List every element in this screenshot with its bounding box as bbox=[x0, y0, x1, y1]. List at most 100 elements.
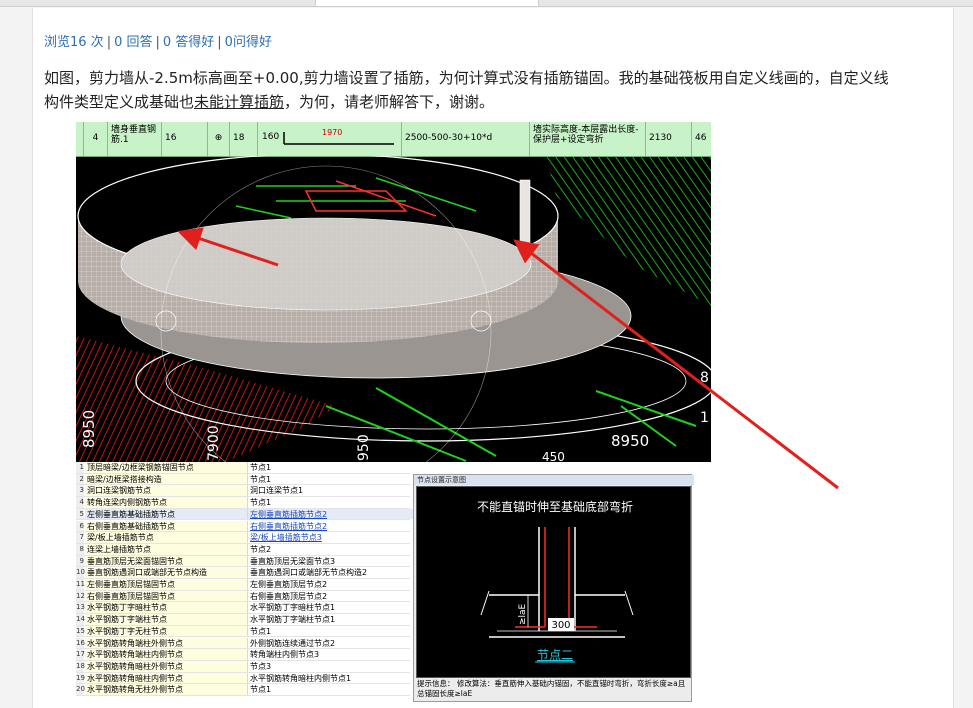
row-number: 11 bbox=[76, 579, 85, 590]
setting-name: 垂直钢筋遇洞口或端部无节点构造 bbox=[85, 567, 247, 578]
setting-name: 左侧垂直筋基础插筋节点 bbox=[85, 508, 247, 520]
table-row[interactable]: 17 水平钢筋转角端柱内侧节点 转角端柱内侧节点3 bbox=[76, 649, 410, 661]
setting-name: 梁/板上墙插筋节点 bbox=[85, 532, 247, 543]
table-row[interactable]: 10 垂直钢筋遇洞口或端部无节点构造 垂直筋遇洞口或端部无节点构造2 bbox=[76, 567, 410, 579]
row-number: 13 bbox=[76, 602, 85, 614]
setting-value[interactable]: 节点2 bbox=[247, 543, 413, 555]
setting-name: 转角连梁内侧钢筋节点 bbox=[85, 497, 247, 508]
row-number: 18 bbox=[76, 660, 85, 672]
table-row[interactable]: 5 左侧垂直筋基础插筋节点 左侧垂直筋插筋节点2 bbox=[76, 508, 413, 521]
setting-value[interactable]: 水平钢筋转角暗柱内侧节点1 bbox=[247, 672, 413, 684]
table-row[interactable]: 4 转角连梁内侧钢筋节点 节点1 bbox=[76, 497, 410, 509]
dim-label: 1 bbox=[700, 410, 709, 426]
cad-3d-view: 8950 8950 7900 950 450 8 1 bbox=[76, 156, 711, 462]
rebar-diameter: 16 bbox=[162, 122, 208, 156]
row-number: 20 bbox=[76, 684, 85, 695]
setting-value[interactable]: 右侧垂直筋顶层节点2 bbox=[247, 590, 413, 602]
row-number: 10 bbox=[76, 567, 85, 578]
row-number: 12 bbox=[76, 590, 85, 602]
setting-value[interactable]: 转角端柱内侧节点3 bbox=[247, 649, 413, 660]
setting-name: 水平钢筋丁字无柱节点 bbox=[85, 625, 247, 637]
node-diagram: 不能直锚时伸至基础底部弯折 ≥laE 300 节点二 bbox=[477, 499, 634, 663]
setting-value[interactable]: 水平钢筋丁字端柱节点1 bbox=[247, 614, 413, 625]
rebar-formula: 2500-500-30+10*d bbox=[402, 122, 530, 156]
green-line bbox=[595, 390, 697, 427]
setting-value[interactable]: 节点1 bbox=[247, 684, 413, 695]
answers-count[interactable]: 0 回答 bbox=[114, 35, 152, 50]
table-row[interactable]: 9 垂直筋顶层无梁面锚固节点 垂直筋顶层无梁面节点3 bbox=[76, 555, 413, 568]
row-number: 4 bbox=[76, 497, 84, 508]
dim-label: 950 bbox=[356, 434, 372, 461]
table-row[interactable]: 1 顶层暗梁/边框梁钢筋锚固节点 节点1 bbox=[76, 462, 410, 474]
question-underlined: 未能计算插筋 bbox=[194, 93, 285, 111]
table-row[interactable]: 13 水平钢筋丁字暗柱节点 水平钢筋丁字暗柱节点1 bbox=[76, 602, 413, 615]
stats-separator: | bbox=[155, 35, 160, 50]
setting-value[interactable]: 洞口连梁节点1 bbox=[247, 485, 413, 497]
setting-name: 水平钢筋转角暗柱外侧节点 bbox=[85, 660, 247, 672]
setting-name: 左侧垂直筋顶层锚固节点 bbox=[85, 579, 247, 590]
table-row[interactable]: 11 左侧垂直筋顶层锚固节点 左侧垂直筋顶层节点2 bbox=[76, 579, 410, 591]
dim-300: 300 bbox=[551, 620, 570, 631]
row-number: 5 bbox=[76, 508, 84, 520]
stats-separator: | bbox=[217, 35, 222, 50]
table-row[interactable]: 6 右侧垂直筋基础插筋节点 右侧垂直筋插筋节点2 bbox=[76, 520, 413, 533]
setting-value[interactable]: 节点1 bbox=[247, 497, 413, 508]
table-row[interactable]: 16 水平钢筋转角端柱外侧节点 外侧钢筋连续通过节点2 bbox=[76, 637, 413, 650]
setting-value[interactable]: 左侧垂直筋插筋节点2 bbox=[247, 508, 413, 520]
row-index: 4 bbox=[84, 122, 108, 156]
setting-value[interactable]: 左侧垂直筋顶层节点2 bbox=[247, 579, 413, 590]
node-diagram-panel: 节点设置示意图 不能直锚时伸至基础底部弯折 ≥laE 300 节点二 提示信息：… bbox=[413, 474, 694, 702]
table-row[interactable]: 19 水平钢筋转角暗柱内侧节点 水平钢筋转角暗柱内侧节点1 bbox=[76, 672, 413, 685]
table-row[interactable]: 18 水平钢筋转角暗柱外侧节点 节点3 bbox=[76, 660, 413, 673]
row-number: 19 bbox=[76, 672, 85, 684]
panel-title: 节点设置示意图 bbox=[414, 475, 694, 485]
table-row[interactable]: 20 水平钢筋转角无柱外侧节点 节点1 bbox=[76, 684, 410, 696]
setting-name: 水平钢筋转角暗柱内侧节点 bbox=[85, 672, 247, 684]
node-settings-table: 1 顶层暗梁/边框梁钢筋锚固节点 节点1 2 暗梁/边框梁搭接构造 节点1 3 洞口连梁钢筋节… bbox=[76, 462, 413, 702]
setting-value[interactable]: 梁/板上墙插筋节点3 bbox=[247, 532, 413, 543]
table-row[interactable]: 14 水平钢筋丁字端柱节点 水平钢筋丁字端柱节点1 bbox=[76, 614, 410, 626]
setting-value[interactable]: 节点1 bbox=[247, 462, 413, 473]
setting-name: 水平钢筋丁字暗柱节点 bbox=[85, 602, 247, 614]
setting-value[interactable]: 外侧钢筋连续通过节点2 bbox=[247, 637, 413, 649]
setting-name: 暗梁/边框梁搭接构造 bbox=[85, 473, 247, 485]
dim-label: 8950 bbox=[611, 432, 649, 450]
setting-value[interactable]: 垂直筋遇洞口或端部无节点构造2 bbox=[247, 567, 413, 578]
setting-value[interactable]: 右侧垂直筋插筋节点2 bbox=[247, 520, 413, 532]
row-number: 9 bbox=[76, 555, 84, 567]
table-row[interactable]: 7 梁/板上墙插筋节点 梁/板上墙插筋节点3 bbox=[76, 532, 410, 544]
row-number: 8 bbox=[76, 543, 84, 555]
row-number: 2 bbox=[76, 473, 84, 485]
table-row[interactable]: 15 水平钢筋丁字无柱节点 节点1 bbox=[76, 625, 413, 638]
node-diagram-canvas: 不能直锚时伸至基础底部弯折 ≥laE 300 节点二 bbox=[416, 486, 691, 678]
row-marker bbox=[76, 122, 84, 156]
table-row[interactable]: 3 洞口连梁钢筋节点 洞口连梁节点1 bbox=[76, 485, 413, 498]
table-row[interactable]: 12 右侧垂直筋顶层锚固节点 右侧垂直筋顶层节点2 bbox=[76, 590, 413, 603]
setting-value[interactable]: 节点1 bbox=[247, 473, 413, 485]
setting-name: 顶层暗梁/边框梁钢筋锚固节点 bbox=[85, 462, 247, 473]
row-number: 14 bbox=[76, 614, 85, 625]
dim-label: 8950 bbox=[80, 410, 98, 448]
dim-label: 8 bbox=[700, 370, 709, 386]
rebar-code: 18 bbox=[230, 122, 258, 156]
good-questions-count[interactable]: 0问得好 bbox=[225, 35, 272, 50]
setting-value[interactable]: 水平钢筋丁字暗柱节点1 bbox=[247, 602, 413, 614]
node-two-link[interactable]: 节点二 bbox=[537, 648, 573, 662]
question-part-2: ，为何，请老师解答下，谢谢。 bbox=[284, 93, 495, 111]
row-number: 15 bbox=[76, 625, 85, 637]
good-answers-count[interactable]: 0 答得好 bbox=[163, 35, 214, 50]
shape-code: 160 bbox=[262, 132, 280, 142]
table-row[interactable]: 8 连梁上墙插筋节点 节点2 bbox=[76, 543, 413, 556]
stats-separator: | bbox=[106, 35, 112, 50]
setting-value[interactable]: 节点3 bbox=[247, 660, 413, 672]
active-tab[interactable] bbox=[315, 0, 539, 7]
table-row[interactable]: 2 暗梁/边框梁搭接构造 节点1 bbox=[76, 473, 413, 486]
setting-name: 右侧垂直筋基础插筋节点 bbox=[85, 520, 247, 532]
row-number: 1 bbox=[76, 462, 84, 473]
diagram-heading: 不能直锚时伸至基础底部弯折 bbox=[477, 499, 633, 514]
rebar-grade: ⊕ bbox=[208, 122, 230, 156]
rebar-count: 46 bbox=[695, 133, 707, 143]
setting-value[interactable]: 节点1 bbox=[247, 625, 413, 637]
views-count[interactable]: 浏览16 次 bbox=[44, 35, 104, 50]
setting-value[interactable]: 垂直筋顶层无梁面节点3 bbox=[247, 555, 413, 567]
